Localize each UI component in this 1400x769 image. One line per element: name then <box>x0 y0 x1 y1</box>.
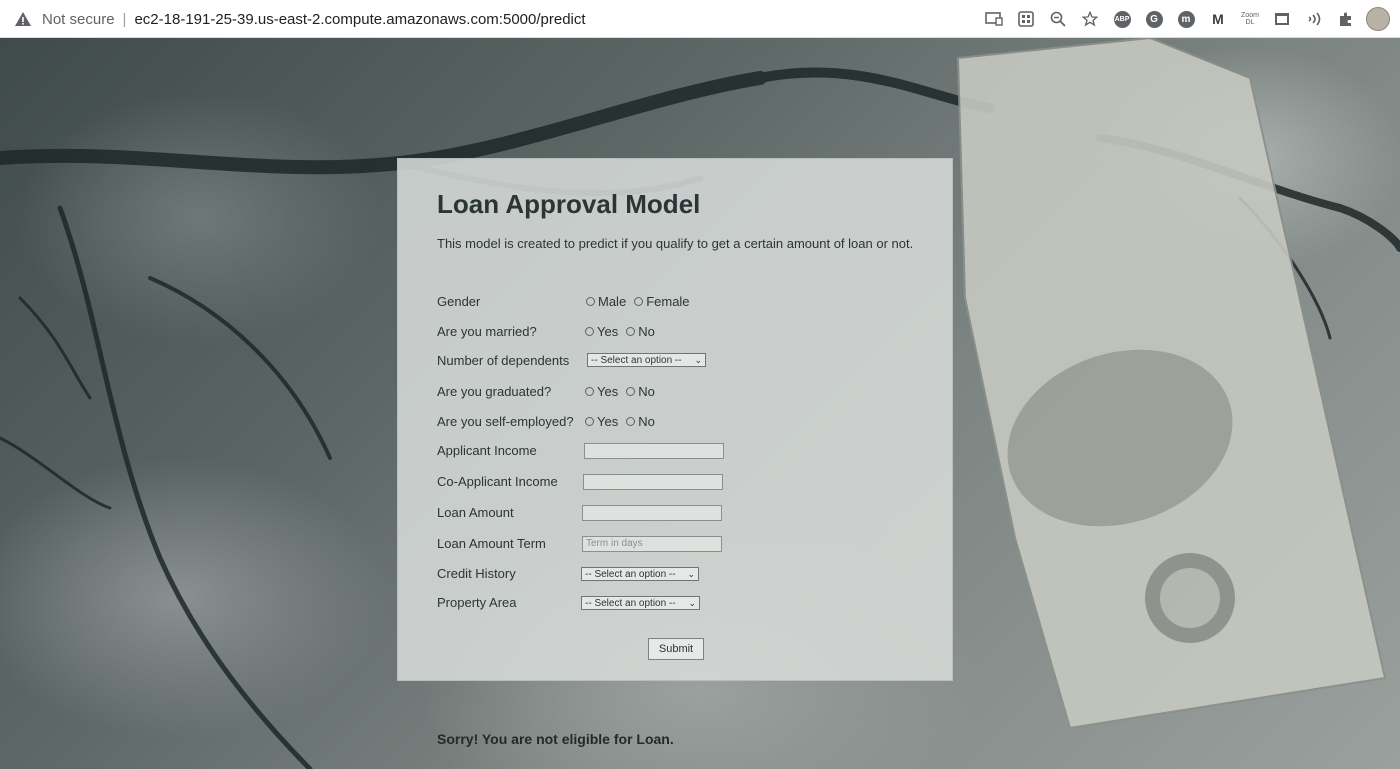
read-aloud-icon[interactable] <box>1298 6 1330 32</box>
m-circle-badge: m <box>1177 10 1195 28</box>
url-separator: | <box>122 10 127 28</box>
zoom-icon[interactable] <box>1042 6 1074 32</box>
gender-male-radio[interactable] <box>586 296 595 306</box>
married-no-label[interactable]: No <box>638 324 655 339</box>
url-text[interactable]: ec2-18-191-25-39.us-east-2.compute.amazo… <box>134 11 585 28</box>
applicant-income-input[interactable] <box>584 443 724 459</box>
chevron-down-icon: ⌄ <box>688 598 696 608</box>
gender-label: Gender <box>437 293 481 309</box>
form-description: This model is created to predict if you … <box>437 236 914 251</box>
security-status[interactable]: Not secure <box>42 11 115 28</box>
submit-button[interactable]: Submit <box>648 638 704 660</box>
self-employed-yes-label[interactable]: Yes <box>597 414 618 429</box>
graduated-label: Are you graduated? <box>437 383 552 399</box>
dependents-label: Number of dependents <box>437 352 570 368</box>
zoom-dl-label-bottom: DL <box>1245 19 1255 26</box>
warning-icon[interactable] <box>14 10 32 28</box>
married-radio-group: Yes No <box>585 321 663 341</box>
gender-female-radio[interactable] <box>634 296 644 306</box>
avatar <box>1366 7 1390 31</box>
graduated-no-label[interactable]: No <box>638 384 655 399</box>
grammarly-icon[interactable]: G <box>1138 6 1170 32</box>
married-label: Are you married? <box>437 323 537 339</box>
gender-male-label[interactable]: Male <box>598 294 626 309</box>
graduated-yes-label[interactable]: Yes <box>597 384 618 399</box>
page-title: Loan Approval Model <box>437 189 701 219</box>
graduated-radio-group: Yes No <box>585 381 663 401</box>
star-icon[interactable] <box>1074 6 1106 32</box>
property-area-select-value: -- Select an option -- <box>585 597 676 609</box>
abp-badge: ABP <box>1113 10 1131 28</box>
prediction-result: Sorry! You are not eligible for Loan. <box>437 731 674 747</box>
coapplicant-income-label: Co-Applicant Income <box>437 473 558 489</box>
screenshot-icon[interactable] <box>1266 6 1298 32</box>
credit-history-select[interactable]: -- Select an option -- ⌄ <box>581 567 699 581</box>
profile-avatar[interactable] <box>1362 6 1394 32</box>
m-extension-label: M <box>1212 11 1224 27</box>
loan-form-card: Loan Approval Model This model is create… <box>397 158 953 681</box>
graduated-yes-radio[interactable] <box>585 386 594 396</box>
dependents-select-value: -- Select an option -- <box>591 354 682 366</box>
chevron-down-icon: ⌄ <box>687 569 695 579</box>
cast-icon[interactable] <box>978 6 1010 32</box>
self-employed-radio-group: Yes No <box>585 411 663 431</box>
self-employed-yes-radio[interactable] <box>585 416 594 426</box>
married-yes-label[interactable]: Yes <box>597 324 618 339</box>
grammarly-badge: G <box>1145 10 1163 28</box>
self-employed-label: Are you self-employed? <box>437 413 574 429</box>
browser-toolbar: Not secure | ec2-18-191-25-39.us-east-2.… <box>0 0 1400 38</box>
zoom-dl-icon[interactable]: Zoom DL <box>1234 6 1266 32</box>
adblock-plus-icon[interactable]: ABP <box>1106 6 1138 32</box>
m-extension-icon[interactable]: M <box>1202 6 1234 32</box>
dependents-select[interactable]: -- Select an option -- ⌄ <box>587 353 706 367</box>
married-no-radio[interactable] <box>626 326 636 336</box>
married-yes-radio[interactable] <box>585 326 594 336</box>
qr-code-icon[interactable] <box>1010 6 1042 32</box>
credit-history-label: Credit History <box>437 565 516 581</box>
coapplicant-income-input[interactable] <box>583 474 723 490</box>
extensions-puzzle-icon[interactable] <box>1330 6 1362 32</box>
loan-amount-label: Loan Amount <box>437 504 514 520</box>
self-employed-no-radio[interactable] <box>626 416 636 426</box>
loan-term-label: Loan Amount Term <box>437 535 546 551</box>
loan-term-input[interactable]: Term in days <box>582 536 722 552</box>
address-bar[interactable]: Not secure | ec2-18-191-25-39.us-east-2.… <box>14 6 974 32</box>
zoom-dl-label-top: Zoom <box>1241 12 1259 19</box>
gender-radio-group: Male Female <box>586 291 698 311</box>
gender-female-label[interactable]: Female <box>646 294 689 309</box>
chevron-down-icon: ⌄ <box>694 355 702 365</box>
property-area-label: Property Area <box>437 594 517 610</box>
credit-history-select-value: -- Select an option -- <box>585 568 676 580</box>
loan-amount-input[interactable] <box>582 505 722 521</box>
page-background: Loan Approval Model This model is create… <box>0 38 1400 769</box>
property-area-select[interactable]: -- Select an option -- ⌄ <box>581 596 700 610</box>
self-employed-no-label[interactable]: No <box>638 414 655 429</box>
graduated-no-radio[interactable] <box>626 386 636 396</box>
applicant-income-label: Applicant Income <box>437 442 537 458</box>
m-circle-icon[interactable]: m <box>1170 6 1202 32</box>
